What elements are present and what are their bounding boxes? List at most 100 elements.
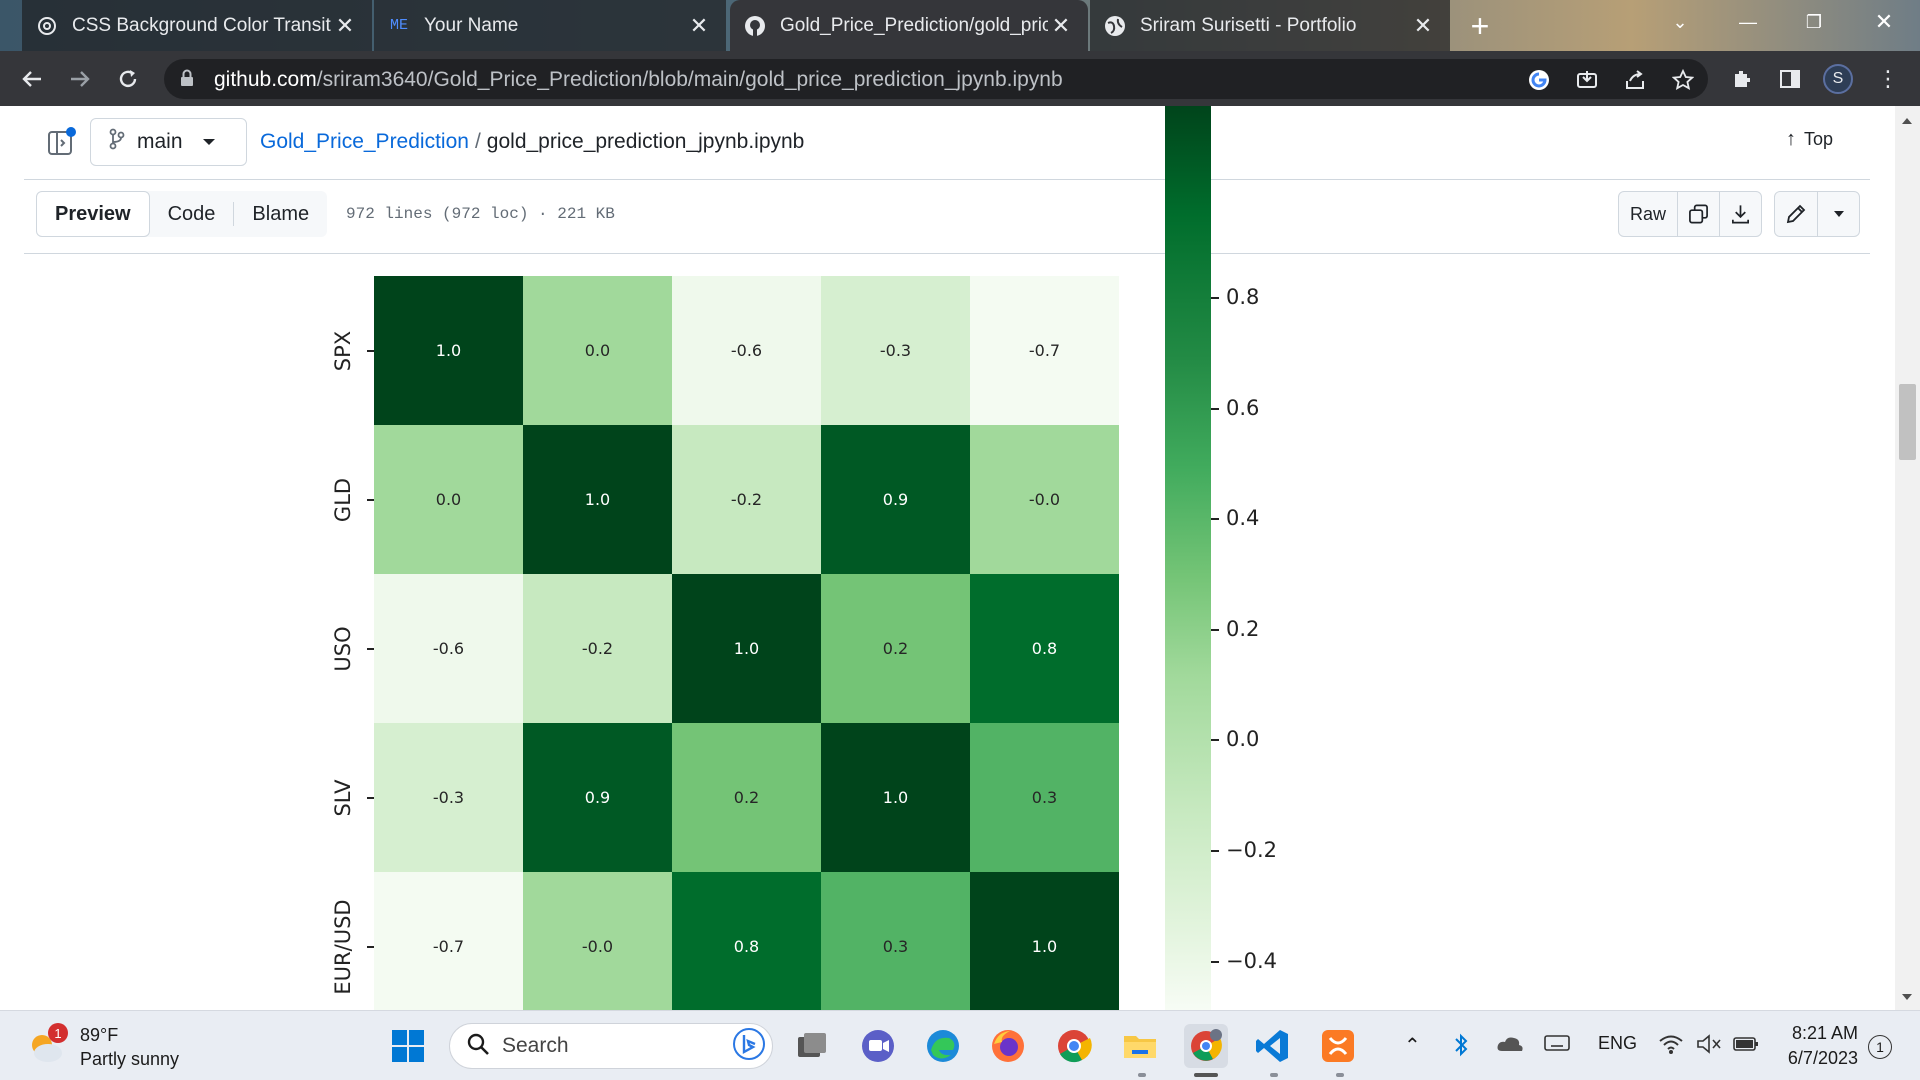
tab-your-name[interactable]: ME Your Name ✕	[374, 0, 726, 51]
vscode-icon[interactable]	[1250, 1024, 1294, 1068]
notification-badge[interactable]: 1	[1868, 1035, 1892, 1059]
heatmap-row-label: GLD	[331, 477, 355, 522]
file-header: main Gold_Price_Prediction / gold_price_pr…	[24, 106, 1870, 180]
heatmap-row-tick	[367, 349, 374, 352]
view-mode-segmented: Preview Code Blame	[36, 191, 328, 237]
minimize-icon[interactable]: —	[1720, 0, 1776, 44]
extensions-icon[interactable]	[1724, 61, 1760, 97]
battery-charging-icon[interactable]	[1732, 1033, 1760, 1060]
browser-toolbar: github.com/sriram3640/Gold_Price_Predict…	[0, 51, 1920, 106]
running-indicator	[1138, 1073, 1146, 1077]
restore-icon[interactable]: ❐	[1786, 0, 1842, 44]
page-scrollbar[interactable]	[1895, 106, 1920, 1010]
tab-search-icon[interactable]: ⌄	[1652, 0, 1708, 44]
heatmap-cell: 0.9	[821, 425, 970, 574]
close-tab-icon[interactable]: ✕	[1048, 13, 1074, 39]
close-window-icon[interactable]: ✕	[1856, 0, 1912, 44]
close-tab-icon[interactable]: ✕	[686, 13, 712, 39]
active-indicator	[1194, 1073, 1218, 1077]
install-icon[interactable]	[1570, 63, 1604, 97]
edit-dropdown-icon[interactable]	[1817, 192, 1859, 236]
taskbar-search[interactable]: Search	[449, 1023, 773, 1069]
forward-icon[interactable]	[62, 61, 98, 97]
tab-portfolio[interactable]: Sriram Surisetti - Portfolio ✕	[1090, 0, 1450, 51]
new-tab-button[interactable]: +	[1462, 8, 1498, 44]
colorbar-tick-label: 0.4	[1226, 506, 1260, 531]
weather-widget[interactable]: 1 89°F Partly sunny	[26, 1023, 179, 1071]
chrome-icon[interactable]	[1052, 1024, 1096, 1068]
github-icon	[744, 15, 766, 37]
heatmap-cell: 1.0	[374, 276, 523, 425]
tab-gold-price[interactable]: Gold_Price_Prediction/gold_price ✕	[730, 0, 1088, 51]
windows-taskbar: 1 89°F Partly sunny Search ⌃ ENG 8:21 AM…	[0, 1010, 1920, 1080]
heatmap-cell: 0.2	[821, 574, 970, 723]
repo-link[interactable]: Gold_Price_Prediction	[260, 130, 469, 153]
side-panel-icon[interactable]	[1772, 61, 1808, 97]
xampp-icon[interactable]	[1316, 1024, 1360, 1068]
wifi-icon[interactable]	[1658, 1033, 1684, 1060]
teams-chat-icon[interactable]	[856, 1024, 900, 1068]
tab-title: Your Name	[424, 14, 519, 36]
google-lens-icon[interactable]	[1522, 63, 1556, 97]
tab-code[interactable]: Code	[150, 191, 234, 237]
heatmap-cell: 0.0	[523, 276, 672, 425]
heatmap-cell: 1.0	[523, 425, 672, 574]
heatmap-cell: -0.7	[374, 872, 523, 1010]
scroll-up-arrow-icon[interactable]	[1902, 118, 1912, 124]
breadcrumb: Gold_Price_Prediction / gold_price_predict…	[260, 130, 804, 154]
copy-icon[interactable]	[1677, 192, 1719, 236]
onedrive-cloud-icon[interactable]	[1496, 1033, 1524, 1060]
task-view-icon[interactable]	[790, 1024, 834, 1068]
address-bar[interactable]: github.com/sriram3640/Gold_Price_Predict…	[164, 59, 1708, 99]
keyboard-icon[interactable]	[1544, 1033, 1570, 1058]
download-icon[interactable]	[1719, 192, 1761, 236]
menu-kebab-icon[interactable]: ⋮	[1870, 61, 1906, 97]
search-icon	[466, 1032, 490, 1061]
windows-start-icon[interactable]	[386, 1024, 430, 1068]
chevron-up-icon[interactable]: ⌃	[1404, 1033, 1421, 1058]
share-icon[interactable]	[1618, 63, 1652, 97]
bookmark-star-icon[interactable]	[1666, 63, 1700, 97]
heatmap-row-label: USO	[331, 625, 355, 672]
tab-css-background[interactable]: CSS Background Color Transition ✕	[22, 0, 372, 51]
heatmap-cell: 0.2	[672, 723, 821, 872]
heatmap-row-label: SPX	[331, 330, 355, 371]
sidebar-toggle-icon[interactable]	[46, 126, 78, 158]
scroll-down-arrow-icon[interactable]	[1902, 994, 1912, 1000]
profile-avatar[interactable]: S	[1823, 64, 1853, 94]
volume-muted-icon[interactable]	[1696, 1033, 1722, 1060]
colorbar-tick	[1211, 628, 1219, 631]
clock-time: 8:21 AM	[1791, 1023, 1858, 1043]
heatmap-cell: 0.3	[970, 723, 1119, 872]
close-tab-icon[interactable]: ✕	[332, 13, 358, 39]
url-text[interactable]: github.com/sriram3640/Gold_Price_Predict…	[214, 68, 1063, 92]
edge-icon[interactable]	[921, 1024, 965, 1068]
heatmap-cell: -0.2	[523, 574, 672, 723]
language-indicator[interactable]: ENG	[1598, 1033, 1637, 1054]
heatmap-cell: 1.0	[672, 574, 821, 723]
file-explorer-icon[interactable]	[1118, 1024, 1162, 1068]
close-tab-icon[interactable]: ✕	[1410, 13, 1436, 39]
heatmap-cell: 0.8	[970, 574, 1119, 723]
tab-preview[interactable]: Preview	[36, 191, 150, 237]
weather-desc: Partly sunny	[80, 1049, 180, 1069]
tab-blame[interactable]: Blame	[234, 191, 327, 237]
scrollbar-thumb[interactable]	[1899, 384, 1916, 460]
colorbar-tick-label: 0.8	[1226, 285, 1260, 309]
chrome-profile-icon[interactable]	[1184, 1024, 1228, 1068]
github-page: main Gold_Price_Prediction / gold_price_pr…	[0, 106, 1920, 1010]
lock-icon[interactable]	[180, 69, 194, 92]
raw-button[interactable]: Raw	[1619, 192, 1677, 236]
clock[interactable]: 8:21 AM 6/7/2023	[1768, 1021, 1858, 1071]
heatmap-cell: -0.0	[970, 425, 1119, 574]
branch-selector[interactable]: main	[90, 118, 247, 166]
firefox-icon[interactable]	[986, 1024, 1030, 1068]
bluetooth-icon[interactable]	[1452, 1033, 1470, 1062]
edit-pencil-icon[interactable]	[1775, 192, 1817, 236]
file-name: gold_price_prediction_jpynb.ipynb	[486, 130, 805, 153]
top-button[interactable]: ↑ Top	[1786, 128, 1833, 151]
colorbar-tick	[1211, 407, 1219, 410]
reload-icon[interactable]	[110, 61, 146, 97]
colorbar	[1165, 106, 1211, 1010]
back-icon[interactable]	[14, 61, 50, 97]
